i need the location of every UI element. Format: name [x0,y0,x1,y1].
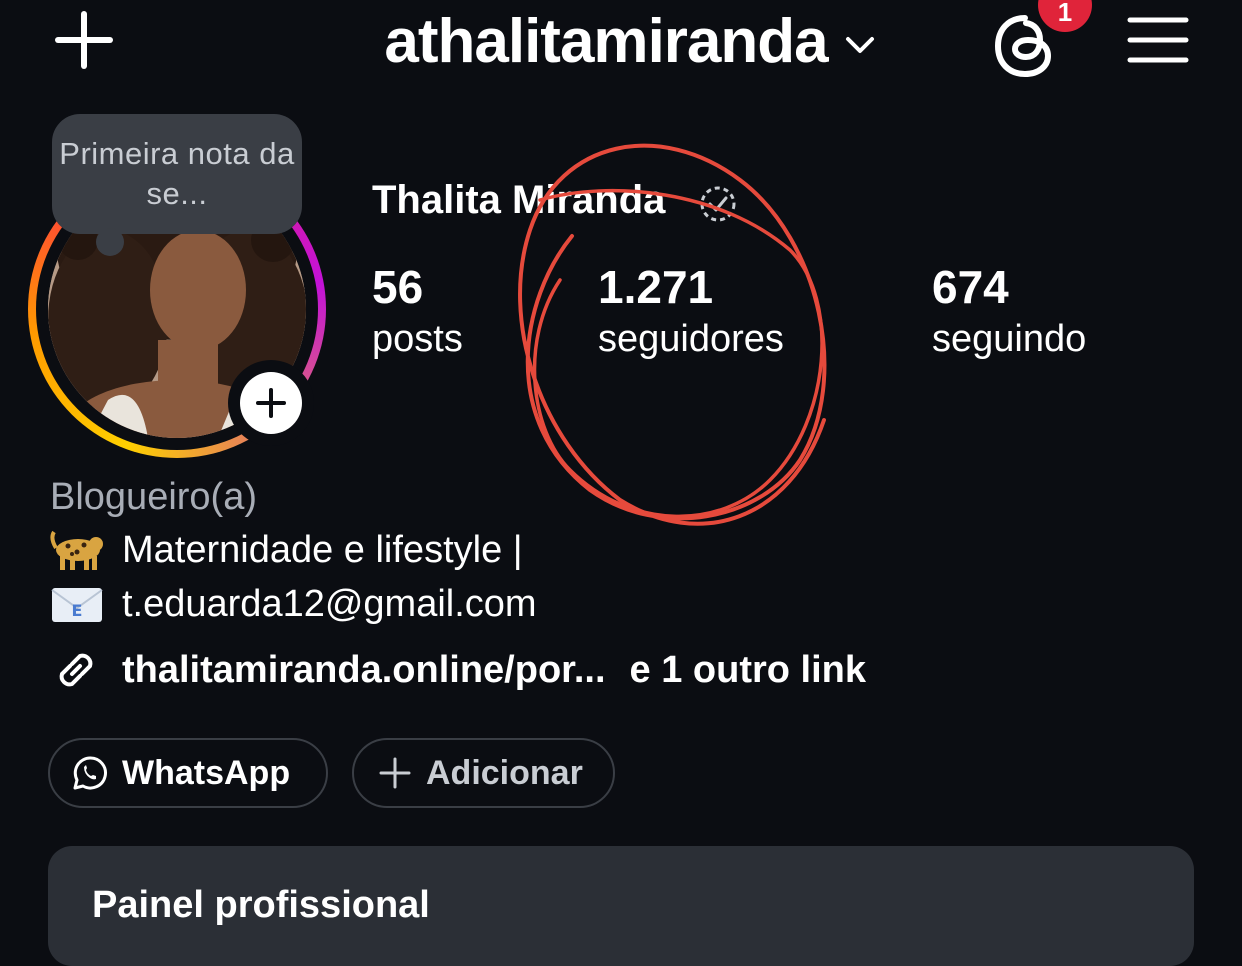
plus-icon [379,757,411,789]
display-name: Thalita Miranda [372,178,666,222]
link-text[interactable]: thalitamiranda.online/por... [122,649,606,692]
bio-line: E t.eduarda12@gmail.com [50,582,537,626]
add-button[interactable]: Adicionar [352,738,615,808]
chevron-down-icon [845,37,874,53]
username: athalitamiranda [384,7,828,76]
stat-followers[interactable]: 1.271 seguidores [598,264,784,358]
profile-link[interactable]: thalitamiranda.online/por... e 1 outro l… [50,644,866,696]
whatsapp-icon [73,756,107,790]
more-links[interactable]: e 1 outro link [630,649,866,692]
stat-following[interactable]: 674 seguindo [932,264,1086,358]
verified-icon [700,186,736,222]
stat-label: seguidores [598,318,784,360]
stat-value: 1.271 [598,261,714,313]
bio-email[interactable]: t.eduarda12@gmail.com [122,583,537,626]
plus-icon [256,388,286,418]
email-emoji-icon: E [51,588,103,622]
add-label: Adicionar [426,753,583,792]
note-bubble[interactable]: Primeira nota da se... [52,114,302,234]
leopard-emoji-icon [50,530,103,570]
bio-line: Maternidade e lifestyle | [50,528,523,572]
stat-label: seguindo [932,318,1087,360]
profile-category: Blogueiro(a) [50,476,257,518]
stat-value: 56 [372,261,424,313]
menu-icon[interactable] [1126,14,1190,66]
svg-text:E: E [72,601,83,620]
add-story-button[interactable] [240,372,302,434]
stat-label: posts [372,318,463,360]
link-icon [59,653,93,687]
stat-posts[interactable]: 56 posts [372,264,463,358]
stat-value: 674 [932,261,1009,313]
bio-text: Maternidade e lifestyle | [122,528,523,571]
note-bubble-tail [96,228,124,256]
whatsapp-button[interactable]: WhatsApp [48,738,328,808]
whatsapp-label: WhatsApp [122,753,291,792]
professional-dashboard-title: Painel profissional [92,884,430,926]
